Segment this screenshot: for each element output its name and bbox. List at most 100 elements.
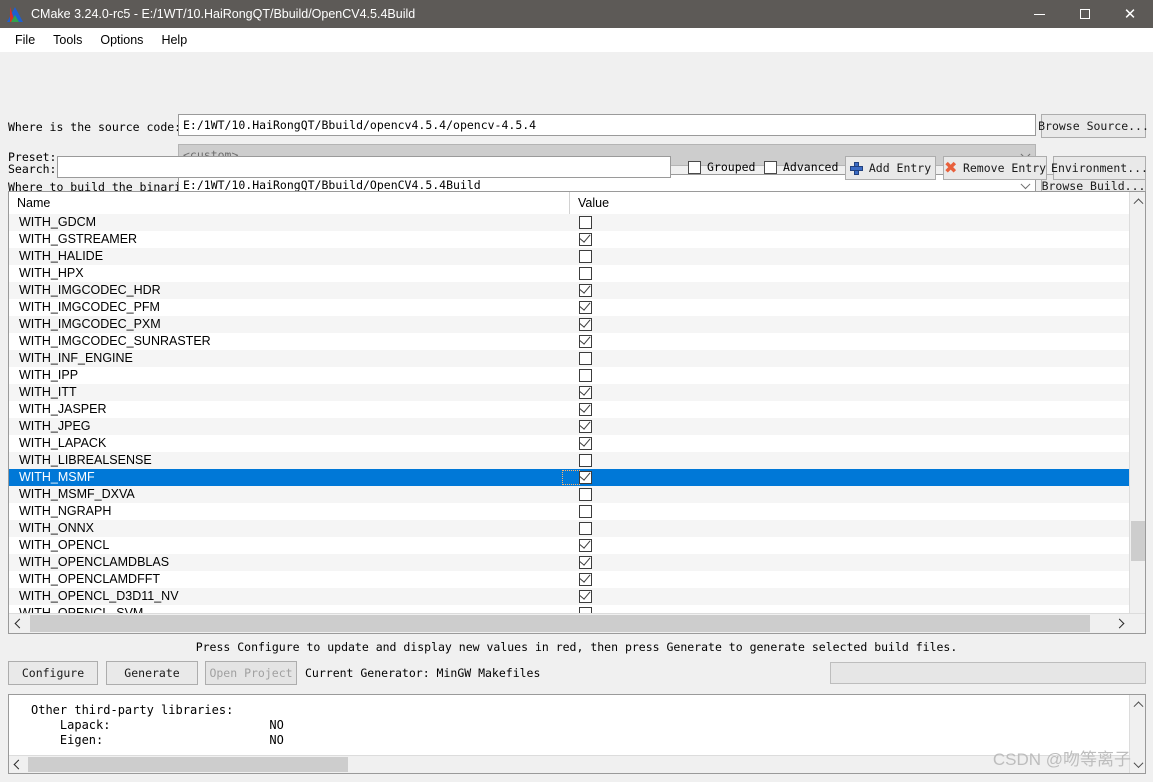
cache-entry-value[interactable] <box>569 452 1145 469</box>
table-row[interactable]: WITH_MSMF <box>9 469 1145 486</box>
checkbox-checked-icon[interactable] <box>578 316 592 331</box>
cache-entry-value[interactable] <box>569 265 1145 282</box>
vertical-scroll-thumb[interactable] <box>1131 521 1145 561</box>
log-horizontal-scroll-thumb[interactable] <box>28 757 348 772</box>
cache-entry-value[interactable] <box>569 520 1145 537</box>
cache-entry-value[interactable] <box>569 571 1145 588</box>
checkbox-checked-icon[interactable] <box>578 231 592 246</box>
cache-entry-value[interactable] <box>569 248 1145 265</box>
table-row[interactable]: WITH_LAPACK <box>9 435 1145 452</box>
close-button[interactable]: ✕ <box>1107 0 1153 28</box>
table-row[interactable]: WITH_OPENCLAMDFFT <box>9 571 1145 588</box>
checkbox-icon[interactable] <box>579 505 592 518</box>
table-row[interactable]: WITH_IPP <box>9 367 1145 384</box>
cache-entry-value[interactable] <box>569 214 1145 231</box>
grouped-checkbox[interactable]: Grouped <box>688 160 755 174</box>
column-header-value[interactable]: Value <box>569 192 1129 214</box>
table-row[interactable]: WITH_IMGCODEC_SUNRASTER <box>9 333 1145 350</box>
horizontal-scroll-thumb[interactable] <box>30 615 1090 632</box>
browse-source-button[interactable]: Browse Source... <box>1038 114 1149 138</box>
log-vertical-scrollbar[interactable] <box>1129 695 1145 773</box>
table-row[interactable]: WITH_MSMF_DXVA <box>9 486 1145 503</box>
table-row[interactable]: WITH_IMGCODEC_PFM <box>9 299 1145 316</box>
cache-entry-value[interactable] <box>569 299 1145 316</box>
scroll-left-button[interactable] <box>9 614 29 633</box>
advanced-checkbox[interactable]: Advanced <box>764 160 838 174</box>
remove-entry-button[interactable]: ✖ Remove Entry <box>943 156 1047 180</box>
checkbox-icon[interactable] <box>579 522 592 535</box>
checkbox-checked-icon[interactable] <box>578 401 592 416</box>
maximize-button[interactable] <box>1062 0 1107 28</box>
table-row[interactable]: WITH_OPENCLAMDBLAS <box>9 554 1145 571</box>
cache-entry-value[interactable] <box>569 435 1145 452</box>
checkbox-checked-icon[interactable] <box>578 299 592 314</box>
menu-item-file[interactable]: File <box>6 30 44 50</box>
scroll-right-button[interactable] <box>1109 614 1129 633</box>
log-scroll-left-button[interactable] <box>9 756 27 773</box>
cache-entry-value[interactable] <box>569 384 1145 401</box>
table-row[interactable]: WITH_HPX <box>9 265 1145 282</box>
scroll-up-button[interactable] <box>1130 192 1145 209</box>
cache-entry-value[interactable] <box>569 503 1145 520</box>
cache-entry-value[interactable] <box>569 282 1145 299</box>
table-row[interactable]: WITH_GSTREAMER <box>9 231 1145 248</box>
cache-entry-value[interactable] <box>569 605 1145 613</box>
table-horizontal-scrollbar[interactable] <box>9 613 1145 633</box>
generate-button[interactable]: Generate <box>106 661 198 685</box>
environment-button[interactable]: Environment... <box>1051 156 1148 180</box>
table-row[interactable]: WITH_ITT <box>9 384 1145 401</box>
menu-item-options[interactable]: Options <box>91 30 152 50</box>
checkbox-checked-icon[interactable] <box>578 554 592 569</box>
menu-item-help[interactable]: Help <box>152 30 196 50</box>
table-row[interactable]: WITH_HALIDE <box>9 248 1145 265</box>
table-row[interactable]: WITH_IMGCODEC_HDR <box>9 282 1145 299</box>
checkbox-checked-icon[interactable] <box>578 571 592 586</box>
cache-entry-value[interactable] <box>569 486 1145 503</box>
open-project-button[interactable]: Open Project <box>205 661 297 685</box>
cache-entry-value[interactable] <box>569 231 1145 248</box>
add-entry-button[interactable]: Add Entry <box>845 156 936 180</box>
table-row[interactable]: WITH_OPENCL <box>9 537 1145 554</box>
table-row[interactable]: WITH_JPEG <box>9 418 1145 435</box>
checkbox-checked-icon[interactable] <box>578 435 592 450</box>
table-row[interactable]: WITH_NGRAPH <box>9 503 1145 520</box>
checkbox-icon[interactable] <box>579 488 592 501</box>
checkbox-icon[interactable] <box>579 267 592 280</box>
table-row[interactable]: WITH_LIBREALSENSE <box>9 452 1145 469</box>
checkbox-checked-icon[interactable] <box>578 588 592 603</box>
cache-entry-value[interactable] <box>569 537 1145 554</box>
checkbox-icon[interactable] <box>579 454 592 467</box>
log-scroll-up-button[interactable] <box>1130 695 1145 712</box>
checkbox-checked-icon[interactable] <box>578 469 592 484</box>
configure-button[interactable]: Configure <box>8 661 98 685</box>
table-vertical-scrollbar[interactable] <box>1129 192 1145 633</box>
table-row[interactable]: WITH_OPENCL_D3D11_NV <box>9 588 1145 605</box>
log-scroll-down-button[interactable] <box>1130 756 1145 773</box>
column-header-name[interactable]: Name <box>9 192 569 214</box>
log-horizontal-scrollbar[interactable] <box>9 755 1129 773</box>
checkbox-checked-icon[interactable] <box>578 537 592 552</box>
source-code-input[interactable]: E:/1WT/10.HaiRongQT/Bbuild/opencv4.5.4/o… <box>178 114 1036 136</box>
table-row[interactable]: WITH_GDCM <box>9 214 1145 231</box>
checkbox-icon[interactable] <box>579 369 592 382</box>
cache-entry-value[interactable] <box>569 469 1145 486</box>
table-row[interactable]: WITH_ONNX <box>9 520 1145 537</box>
minimize-button[interactable] <box>1017 0 1062 28</box>
menu-item-tools[interactable]: Tools <box>44 30 91 50</box>
checkbox-icon[interactable] <box>579 250 592 263</box>
table-row[interactable]: WITH_OPENCL_SVM <box>9 605 1145 613</box>
checkbox-icon[interactable] <box>579 216 592 229</box>
cache-entry-value[interactable] <box>569 588 1145 605</box>
cache-entry-value[interactable] <box>569 367 1145 384</box>
cache-entry-value[interactable] <box>569 418 1145 435</box>
checkbox-checked-icon[interactable] <box>578 333 592 348</box>
table-row[interactable]: WITH_IMGCODEC_PXM <box>9 316 1145 333</box>
checkbox-checked-icon[interactable] <box>578 282 592 297</box>
cache-entry-value[interactable] <box>569 350 1145 367</box>
cache-entry-value[interactable] <box>569 554 1145 571</box>
checkbox-icon[interactable] <box>579 352 592 365</box>
checkbox-checked-icon[interactable] <box>578 384 592 399</box>
cache-entry-value[interactable] <box>569 333 1145 350</box>
cache-entry-value[interactable] <box>569 401 1145 418</box>
cache-entry-value[interactable] <box>569 316 1145 333</box>
